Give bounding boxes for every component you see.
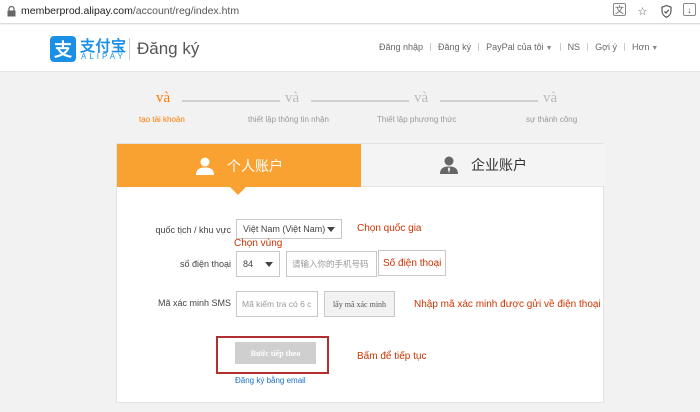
phone-code-value: 84	[243, 259, 254, 269]
chevron-down-icon	[327, 226, 335, 232]
annotation-phone-number: Số điện thoại	[378, 250, 447, 276]
step-connector	[440, 100, 538, 102]
next-step-button[interactable]: Bước tiếp theo	[235, 342, 316, 364]
nationality-select[interactable]: Việt Nam (Việt Nam)	[236, 219, 342, 239]
url-host: memberprod.alipay.com	[21, 5, 133, 17]
annotation-choose-country: Chọn quốc gia	[357, 223, 422, 234]
step-4-label: sự thành công	[526, 115, 578, 124]
nav-more-label: Hơn	[631, 42, 650, 52]
step-4-icon: và	[543, 90, 558, 106]
phone-code-select[interactable]: 84	[236, 251, 280, 277]
business-user-icon	[440, 156, 458, 174]
download-icon[interactable]: ↓	[683, 3, 696, 16]
step-3-label: Thiết lập phương thức	[377, 115, 457, 124]
nav-suggest-link[interactable]: Gợi ý	[588, 42, 624, 52]
browser-address-bar[interactable]: memberprod.alipay.com/account/reg/index.…	[0, 0, 700, 24]
step-connector	[182, 100, 280, 102]
nationality-label: quốc tịch / khu vực	[155, 225, 231, 235]
sms-code-label: Mã xác minh SMS	[157, 298, 231, 308]
step-1-label: tạo tài khoản	[139, 115, 185, 124]
step-2-icon: và	[285, 90, 300, 106]
nav-login-link[interactable]: Đăng nhập	[372, 42, 430, 52]
tab-business-account[interactable]: 企业账户	[361, 144, 605, 187]
register-email-link[interactable]: Đăng ký bằng email	[235, 376, 306, 385]
annotation-choose-region: Chọn vùng	[234, 238, 283, 249]
tab-business-label: 企业账户	[471, 157, 527, 173]
account-type-tabs: 个人账户 企业账户	[117, 144, 605, 195]
url-text[interactable]: memberprod.alipay.com/account/reg/index.…	[21, 5, 239, 17]
user-icon	[196, 157, 214, 175]
registration-steps: và và và và tạo tài khoản thiết lập thôn…	[0, 90, 700, 130]
nationality-value: Việt Nam (Việt Nam)	[243, 224, 326, 234]
annotation-click-continue: Bấm để tiếp tục	[357, 351, 427, 362]
step-1-icon: và	[156, 90, 171, 106]
page-title: Đăng ký	[137, 39, 200, 58]
chevron-down-icon	[265, 261, 273, 267]
step-connector	[311, 100, 409, 102]
registration-card: 个人账户 企业账户 quốc tịch / khu vực Việt Nam (…	[116, 143, 605, 403]
alipay-logo-icon[interactable]: 支	[50, 36, 76, 62]
shield-icon[interactable]	[659, 3, 674, 19]
sms-code-input[interactable]: Mã kiểm tra có 6 c	[236, 291, 318, 317]
tab-personal-label: 个人账户	[227, 157, 283, 174]
translate-icon[interactable]: 文	[613, 3, 626, 16]
chevron-down-icon: ▼	[651, 45, 659, 52]
phone-input[interactable]: 请输入你的手机号码	[286, 251, 377, 277]
nav-ns-link[interactable]: NS	[561, 42, 588, 52]
get-code-button[interactable]: lấy mã xác minh	[324, 291, 395, 317]
phone-label: số điện thoại	[179, 259, 231, 269]
url-path: /account/reg/index.htm	[132, 5, 240, 17]
site-header: 支 支付宝 ALIPAY Đăng ký Đăng nhập Đăng ký P…	[0, 25, 700, 72]
logo-divider	[129, 38, 130, 60]
annotation-enter-code: Nhập mã xác minh được gửi về điện thoại	[414, 299, 601, 310]
nav-more-menu[interactable]: Hơn ▼	[625, 42, 665, 52]
step-3-icon: và	[414, 90, 429, 106]
star-icon[interactable]: ☆	[635, 3, 650, 19]
logo-english-text: ALIPAY	[81, 52, 126, 61]
chevron-down-icon: ▼	[545, 45, 553, 52]
top-nav: Đăng nhập Đăng ký PayPal của tôi ▼ NS Gợi…	[372, 42, 665, 52]
nav-paypal-label: PayPal của tôi	[486, 42, 544, 52]
nav-paypal-menu[interactable]: PayPal của tôi ▼	[479, 42, 559, 52]
tab-pointer	[230, 187, 246, 195]
step-2-label: thiết lập thông tin nhận	[248, 115, 329, 124]
tab-personal-account[interactable]: 个人账户	[117, 144, 361, 195]
lock-icon	[7, 6, 16, 17]
nav-register-link[interactable]: Đăng ký	[431, 42, 478, 52]
